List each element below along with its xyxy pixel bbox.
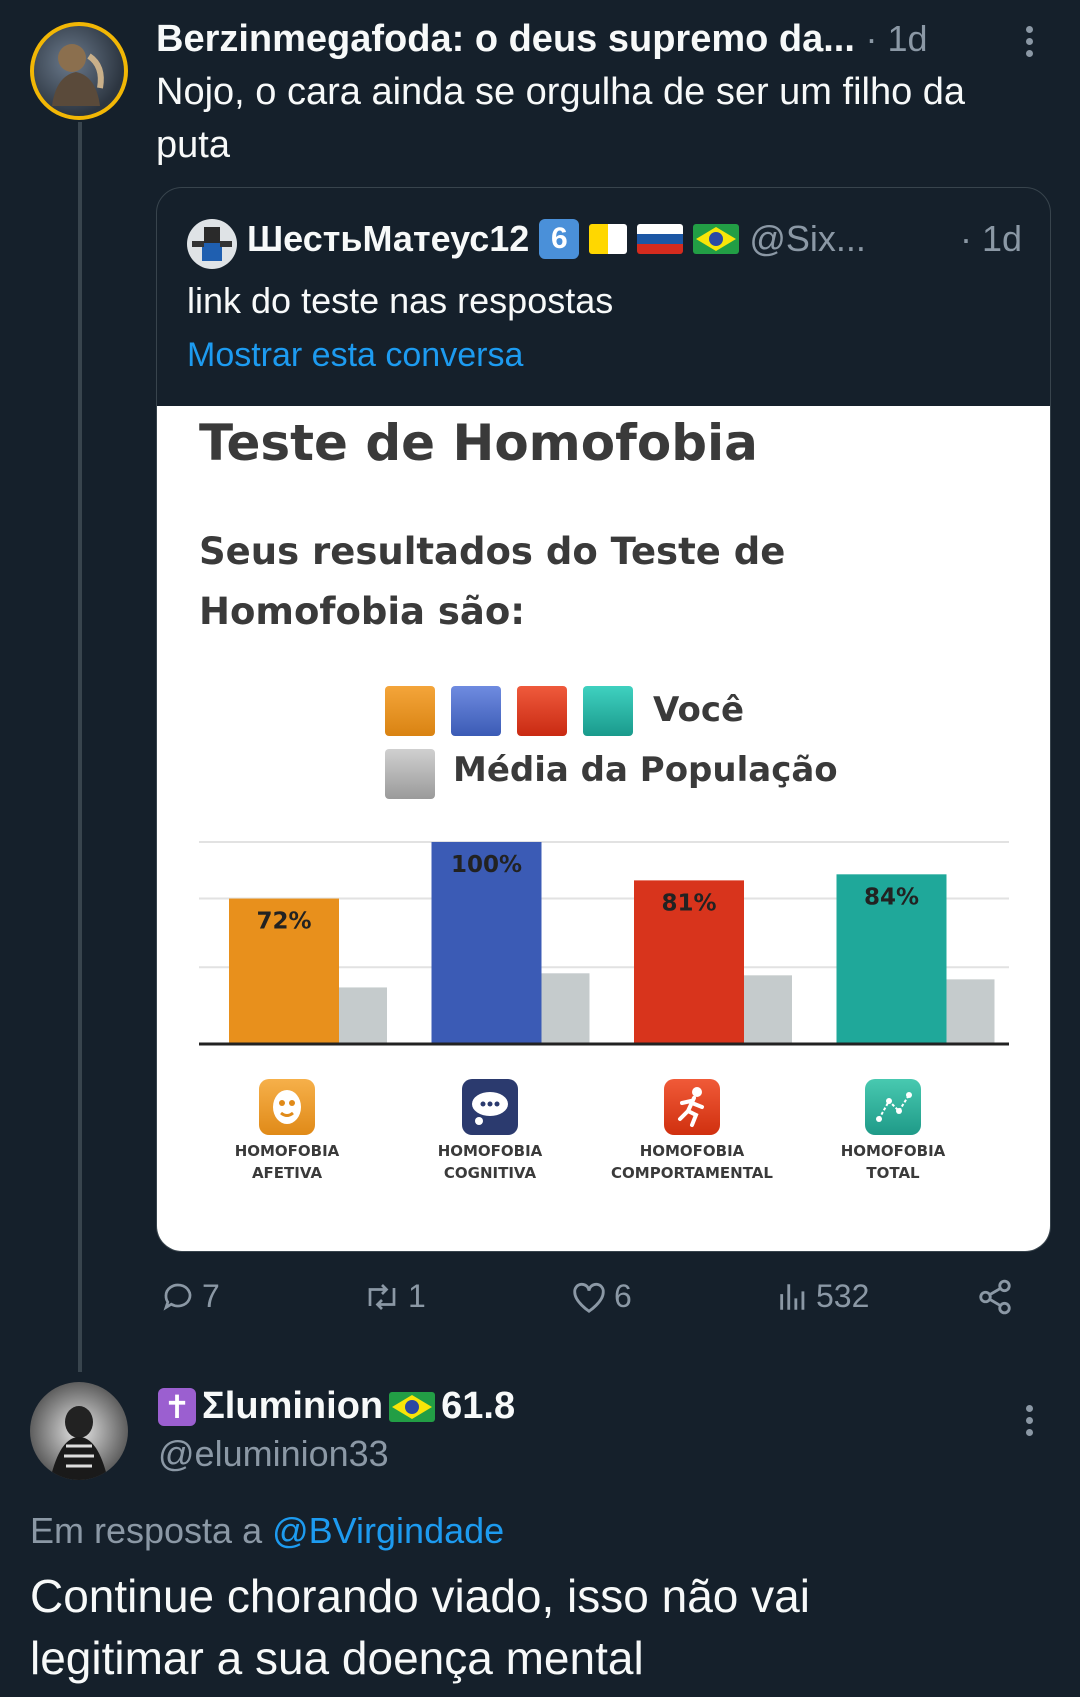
legend-swatch-average bbox=[385, 749, 435, 799]
avatar[interactable] bbox=[30, 22, 128, 120]
legend-label-you: Você bbox=[653, 690, 745, 730]
quoted-text: link do teste nas respostas bbox=[187, 280, 614, 321]
retweet-icon bbox=[368, 1283, 396, 1310]
category-label-3: HOMOFOBIA TOTAL bbox=[808, 1140, 978, 1184]
brazil-flag-icon bbox=[389, 1391, 436, 1422]
category-label-line: COMPORTAMENTAL bbox=[611, 1164, 773, 1182]
bar-chart: 72% 100% 81% 84% bbox=[199, 841, 1009, 1046]
avatar[interactable] bbox=[30, 1382, 128, 1480]
bar-value-label-3: 84% bbox=[864, 884, 919, 910]
share-button[interactable] bbox=[976, 1278, 1014, 1316]
reply-button[interactable]: 7 bbox=[160, 1278, 220, 1315]
show-thread-link[interactable]: Mostrar esta conversa bbox=[187, 336, 523, 375]
tweet-text-line-2: legitimar a sua doença mental bbox=[30, 1632, 644, 1684]
category-label-line: HOMOFOBIA bbox=[840, 1142, 946, 1160]
category-label-line: HOMOFOBIA bbox=[639, 1142, 745, 1160]
bar-value-label-1: 100% bbox=[451, 852, 522, 878]
category-label-line: COGNITIVA bbox=[443, 1164, 537, 1182]
like-button[interactable]: 6 bbox=[570, 1278, 632, 1315]
quoted-avatar bbox=[187, 219, 237, 269]
tweet-text-line-1: Nojo, o cara ainda se orgulha de ser um … bbox=[156, 71, 966, 113]
author-suffix: 61.8 bbox=[441, 1385, 516, 1427]
bar-value-label-2: 81% bbox=[661, 890, 716, 916]
retweet-count: 1 bbox=[408, 1278, 426, 1314]
legend-swatch-comportamental bbox=[517, 686, 567, 736]
tweet-text-line-2: puta bbox=[156, 124, 230, 166]
bar-value-label-0: 72% bbox=[256, 909, 311, 935]
legend-label-average: Média da População bbox=[453, 750, 838, 790]
category-label-2: HOMOFOBIA COMPORTAMENTAL bbox=[607, 1140, 777, 1184]
tweet-text-line-1: Continue chorando viado, isso não vai bbox=[30, 1570, 810, 1622]
running-person-icon bbox=[664, 1079, 720, 1135]
brazil-flag-icon bbox=[693, 224, 740, 254]
views-button[interactable]: 532 bbox=[776, 1278, 869, 1315]
reply-icon bbox=[163, 1283, 192, 1311]
bar-average-2 bbox=[744, 975, 792, 1044]
views-icon bbox=[780, 1283, 805, 1310]
quoted-timestamp[interactable]: · 1d bbox=[960, 218, 1022, 260]
category-label-0: HOMOFOBIA AFETIVA bbox=[202, 1140, 372, 1184]
avatar-image bbox=[52, 44, 104, 106]
constellation-icon bbox=[865, 1079, 921, 1135]
reply-prefix: Em resposta a bbox=[30, 1510, 263, 1551]
quoted-avatar-image bbox=[192, 227, 232, 261]
quoted-handle[interactable]: @Six... bbox=[749, 218, 866, 260]
keycap-badge: 6 bbox=[539, 219, 580, 259]
category-label-line: HOMOFOBIA bbox=[437, 1142, 543, 1160]
mask-icon bbox=[259, 1079, 315, 1135]
bar-average-3 bbox=[946, 979, 995, 1044]
category-label-line: AFETIVA bbox=[251, 1164, 323, 1182]
category-label-line: HOMOFOBIA bbox=[234, 1142, 340, 1160]
card-subtitle-line-1: Seus resultados do Teste de bbox=[199, 530, 786, 573]
views-count: 532 bbox=[816, 1278, 870, 1314]
bar-average-0 bbox=[339, 987, 387, 1044]
bar-average-1 bbox=[541, 973, 590, 1044]
more-options-icon[interactable] bbox=[1026, 1405, 1034, 1441]
thought-bubble-icon bbox=[462, 1079, 518, 1135]
heart-icon bbox=[573, 1282, 605, 1313]
like-count: 6 bbox=[614, 1278, 632, 1314]
author-name[interactable]: Σluminion bbox=[202, 1385, 383, 1428]
quoted-image-card[interactable]: Teste de Homofobia Seus resultados do Te… bbox=[157, 406, 1050, 1251]
share-icon bbox=[979, 1279, 1011, 1315]
author-handle[interactable]: @eluminion33 bbox=[158, 1433, 389, 1475]
retweet-button[interactable]: 1 bbox=[362, 1278, 426, 1315]
category-label-line: TOTAL bbox=[866, 1164, 920, 1182]
reply-count: 7 bbox=[202, 1278, 220, 1314]
more-options-icon[interactable] bbox=[1026, 26, 1034, 62]
legend-swatch-cognitiva bbox=[451, 686, 501, 736]
quoted-author-name[interactable]: ШестьМатеус12 bbox=[247, 218, 529, 260]
quoted-tweet[interactable]: ШестьМатеус12 6 @Six... · 1d link do tes… bbox=[156, 187, 1051, 1252]
author-name[interactable]: Berzinmegafoda: o deus supremo da... bbox=[156, 18, 855, 60]
thread-line bbox=[78, 122, 82, 1372]
russia-flag-icon bbox=[637, 224, 684, 254]
vatican-flag-icon bbox=[589, 224, 628, 254]
avatar-image bbox=[50, 1406, 108, 1480]
legend-swatch-total bbox=[583, 686, 633, 736]
reply-to-link[interactable]: @BVirgindade bbox=[272, 1510, 504, 1551]
timestamp[interactable]: · 1d bbox=[865, 18, 927, 59]
category-label-1: HOMOFOBIA COGNITIVA bbox=[405, 1140, 575, 1184]
card-subtitle-line-2: Homofobia são: bbox=[199, 590, 526, 633]
cross-icon: ✝ bbox=[158, 1387, 196, 1426]
card-title: Teste de Homofobia bbox=[199, 414, 758, 472]
legend-swatch-afetiva bbox=[385, 686, 435, 736]
